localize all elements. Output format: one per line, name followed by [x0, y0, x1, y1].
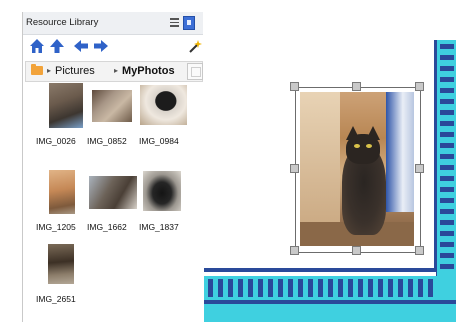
- home-icon[interactable]: [29, 38, 45, 54]
- resize-handle-bottom-left[interactable]: [290, 246, 299, 255]
- magic-wand-icon[interactable]: [187, 38, 203, 54]
- pin-panel-icon[interactable]: [183, 16, 195, 30]
- chevron-right-icon: ▸: [114, 66, 119, 75]
- thumbnail-image[interactable]: [36, 168, 86, 214]
- resize-handle-bottom[interactable]: [352, 246, 361, 255]
- thumbnail-label: IMG_2651: [36, 294, 76, 304]
- resize-handle-top-right[interactable]: [415, 82, 424, 91]
- favorite-icon[interactable]: [187, 63, 203, 80]
- breadcrumb-item-pictures[interactable]: Pictures: [55, 65, 95, 77]
- thumbnail-image[interactable]: [139, 168, 189, 214]
- panel-titlebar: Resource Library: [23, 12, 203, 35]
- up-arrow-icon[interactable]: [49, 38, 65, 54]
- breadcrumb: ▸ Pictures ▸ MyPhotos: [25, 61, 203, 82]
- thumbnail-label: IMG_0852: [87, 136, 127, 146]
- forward-arrow-icon[interactable]: [93, 38, 109, 54]
- folder-icon: [31, 64, 43, 75]
- resize-handle-left[interactable]: [290, 164, 299, 173]
- selection-box[interactable]: [295, 87, 421, 253]
- resource-library-panel: Resource Library ▸ Pictures ▸ MyPhotos I: [22, 12, 203, 322]
- resize-handle-right[interactable]: [415, 164, 424, 173]
- thumbnail-label: IMG_1662: [87, 222, 127, 232]
- thumbnail-image[interactable]: [36, 240, 86, 286]
- thumbnail-image[interactable]: [87, 82, 137, 128]
- resize-handle-top-left[interactable]: [290, 82, 299, 91]
- thumbnail-image[interactable]: [36, 82, 86, 128]
- navigation-toolbar: [23, 35, 203, 57]
- resize-handle-bottom-right[interactable]: [415, 246, 424, 255]
- thumbnail-grid: IMG_0026 IMG_0852 IMG_0984 IMG_1205 IMG_…: [23, 82, 203, 322]
- breadcrumb-item-myphotos[interactable]: MyPhotos: [122, 65, 175, 77]
- thumbnail-image[interactable]: [87, 168, 137, 214]
- panel-title: Resource Library: [26, 17, 99, 28]
- resize-handle-top[interactable]: [352, 82, 361, 91]
- list-view-icon[interactable]: [169, 17, 180, 28]
- thumbnail-label: IMG_1837: [139, 222, 179, 232]
- chevron-right-icon: ▸: [47, 66, 52, 75]
- thumbnail-image[interactable]: [139, 82, 189, 128]
- thumbnail-label: IMG_0984: [139, 136, 179, 146]
- back-arrow-icon[interactable]: [73, 38, 89, 54]
